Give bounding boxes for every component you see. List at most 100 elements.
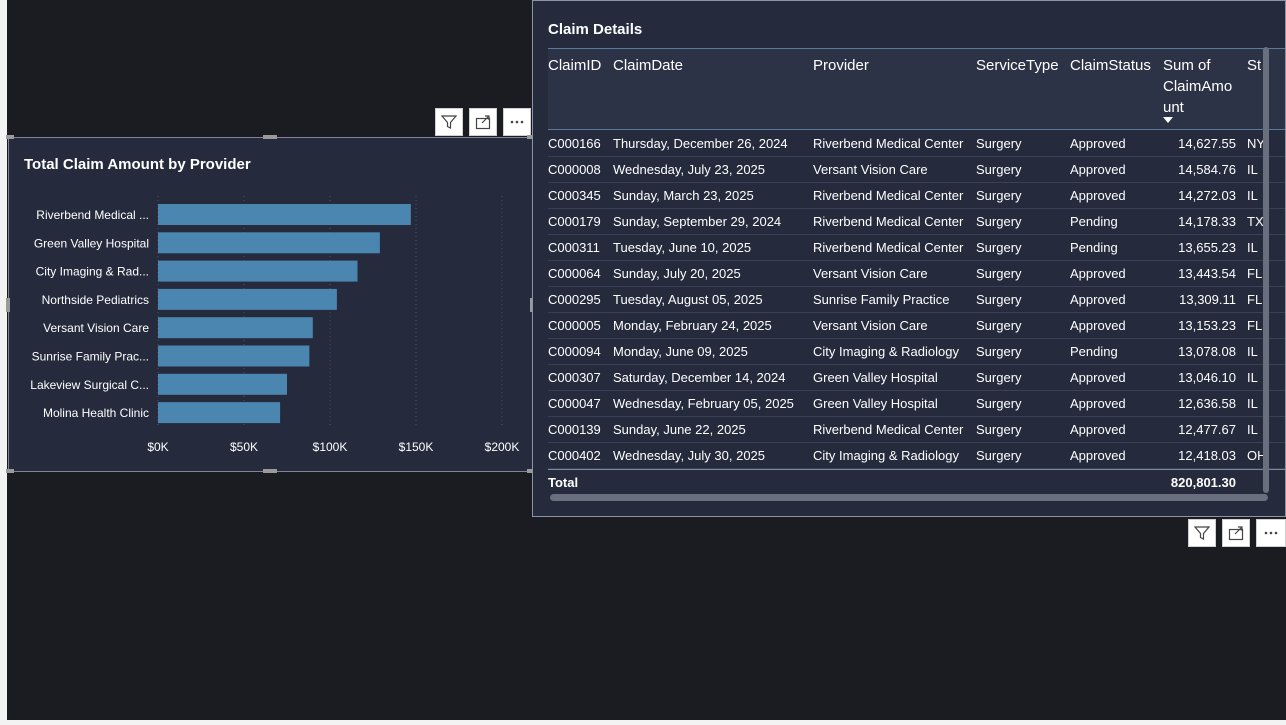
cell-provider: Riverbend Medical Center [813, 136, 964, 151]
bar[interactable] [158, 204, 411, 225]
cell-state: TX [1247, 214, 1264, 229]
column-header-servicetype[interactable]: ServiceType [976, 55, 1059, 76]
table-focus-mode-button[interactable] [1222, 519, 1250, 547]
cell-claimdate: Tuesday, August 05, 2025 [613, 292, 763, 307]
cell-servicetype: Surgery [976, 344, 1022, 359]
table-row[interactable]: C000166 Thursday, December 26, 2024 Riverb… [548, 131, 1285, 157]
x-tick-label: $150K [399, 440, 434, 454]
cell-servicetype: Surgery [976, 292, 1022, 307]
x-tick-label: $50K [230, 440, 258, 454]
resize-handle-bottom-left[interactable] [6, 469, 14, 473]
cell-state: IL [1247, 188, 1258, 203]
chart-focus-mode-button[interactable] [469, 108, 497, 136]
bar[interactable] [158, 345, 310, 367]
resize-handle-left[interactable] [6, 298, 10, 312]
table-row[interactable]: C000064 Sunday, July 20, 2025 Versant Visi… [548, 261, 1285, 287]
sort-descending-icon [1163, 117, 1173, 123]
cell-claimid: C000345 [548, 188, 601, 203]
table-row[interactable]: C000094 Monday, June 09, 2025 City Imaging… [548, 339, 1285, 365]
y-category-label: Sunrise Family Prac... [32, 350, 149, 364]
table-row[interactable]: C000311 Tuesday, June 10, 2025 Riverbend M… [548, 235, 1285, 261]
resize-handle-top-left[interactable] [6, 135, 14, 139]
cell-state: FL [1247, 292, 1263, 307]
chart-more-options-button[interactable] [503, 108, 531, 136]
cell-claimdate: Tuesday, June 10, 2025 [613, 240, 752, 255]
cell-claimdate: Thursday, December 26, 2024 [613, 136, 788, 151]
column-header-claimid[interactable]: ClaimID [548, 55, 601, 76]
cell-provider: Riverbend Medical Center [813, 214, 964, 229]
cell-claimstatus: Pending [1070, 240, 1118, 255]
cell-claimdate: Sunday, March 23, 2025 [613, 188, 754, 203]
bar-chart-visual[interactable]: Total Claim Amount by Provider $0K $50K $1… [6, 135, 535, 473]
column-header-claimdate[interactable]: ClaimDate [613, 55, 683, 76]
cell-claimid: C000094 [548, 344, 601, 359]
cell-provider: Versant Vision Care [813, 266, 928, 281]
cell-servicetype: Surgery [976, 448, 1022, 463]
table-row[interactable]: C000179 Sunday, September 29, 2024 Riverbe… [548, 209, 1285, 235]
cell-claimamount: 14,584.76 [1178, 162, 1236, 177]
table-row[interactable]: C000005 Monday, February 24, 2025 Versant … [548, 313, 1285, 339]
horizontal-scrollbar[interactable] [550, 494, 1268, 501]
cell-provider: Green Valley Hospital [813, 396, 938, 411]
chart-filter-button[interactable] [435, 108, 463, 136]
cell-claimdate: Monday, February 24, 2025 [613, 318, 772, 333]
x-tick-label: $0K [147, 440, 168, 454]
cell-claimstatus: Approved [1070, 188, 1126, 203]
cell-claimstatus: Approved [1070, 422, 1126, 437]
table-row[interactable]: C000345 Sunday, March 23, 2025 Riverbend M… [548, 183, 1285, 209]
table-body: C000166 Thursday, December 26, 2024 Riverb… [548, 131, 1285, 469]
cell-claimstatus: Approved [1070, 136, 1126, 151]
table-row[interactable]: C000139 Sunday, June 22, 2025 Riverbend Me… [548, 417, 1285, 443]
resize-handle-top[interactable] [263, 135, 277, 139]
cell-claimamount: 13,153.23 [1178, 318, 1236, 333]
cell-state: IL [1247, 344, 1258, 359]
cell-claimid: C000008 [548, 162, 601, 177]
cell-claimamount: 13,443.54 [1178, 266, 1236, 281]
bar[interactable] [158, 402, 281, 424]
table-visual[interactable]: Claim Details ClaimID ClaimDate Provider… [532, 0, 1286, 517]
bar[interactable] [158, 260, 358, 282]
bar[interactable] [158, 317, 313, 339]
cell-claimdate: Wednesday, July 30, 2025 [613, 448, 766, 463]
cell-servicetype: Surgery [976, 214, 1022, 229]
cell-provider: Green Valley Hospital [813, 370, 938, 385]
cell-claimid: C000047 [548, 396, 601, 411]
bar[interactable] [158, 232, 380, 254]
cell-claimstatus: Pending [1070, 344, 1118, 359]
resize-handle-bottom[interactable] [263, 469, 277, 473]
bar[interactable] [158, 373, 287, 395]
column-header-claimstatus[interactable]: ClaimStatus [1070, 55, 1151, 76]
cell-claimdate: Wednesday, July 23, 2025 [613, 162, 766, 177]
cell-claimamount: 14,272.03 [1178, 188, 1236, 203]
y-category-label: City Imaging & Rad... [36, 265, 149, 279]
cell-claimdate: Sunday, September 29, 2024 [613, 214, 782, 229]
vertical-scrollbar[interactable] [1263, 47, 1269, 493]
table-row[interactable]: C000307 Saturday, December 14, 2024 Green … [548, 365, 1285, 391]
y-category-label: Northside Pediatrics [42, 293, 149, 307]
cell-claimid: C000166 [548, 136, 601, 151]
cell-claimdate: Wednesday, February 05, 2025 [613, 396, 794, 411]
more-options-icon [1264, 531, 1278, 535]
table-row[interactable]: C000047 Wednesday, February 05, 2025 Green… [548, 391, 1285, 417]
cell-provider: Riverbend Medical Center [813, 240, 964, 255]
cell-claimstatus: Approved [1070, 162, 1126, 177]
table-filter-button[interactable] [1188, 519, 1216, 547]
cell-state: IL [1247, 162, 1258, 177]
y-category-label: Versant Vision Care [43, 321, 149, 335]
table-row[interactable]: C000402 Wednesday, July 30, 2025 City Imag… [548, 443, 1285, 469]
table-more-options-button[interactable] [1256, 519, 1286, 547]
cell-claimstatus: Approved [1070, 448, 1126, 463]
column-header-state[interactable]: St [1247, 55, 1261, 76]
table-title: Claim Details [548, 21, 643, 38]
cell-claimamount: 14,627.55 [1178, 136, 1236, 151]
table-row[interactable]: C000008 Wednesday, July 23, 2025 Versant V… [548, 157, 1285, 183]
cell-state: FL [1247, 318, 1263, 333]
table-row[interactable]: C000295 Tuesday, August 05, 2025 Sunrise F… [548, 287, 1285, 313]
cell-claimamount: 13,655.23 [1178, 240, 1236, 255]
column-header-provider[interactable]: Provider [813, 55, 869, 76]
bar[interactable] [158, 288, 337, 310]
column-header-sum-claimamount[interactable]: Sum of ClaimAmo unt [1163, 55, 1232, 118]
cell-claimid: C000307 [548, 370, 601, 385]
cell-provider: Versant Vision Care [813, 318, 928, 333]
cell-servicetype: Surgery [976, 370, 1022, 385]
